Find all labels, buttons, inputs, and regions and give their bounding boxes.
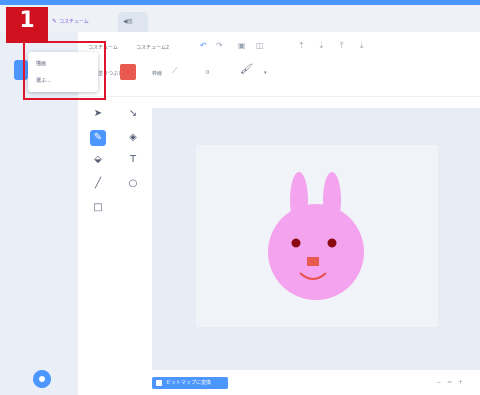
outline-width-field[interactable]: 0 <box>206 70 209 76</box>
add-costume-button[interactable] <box>33 370 51 388</box>
tab-costumes-label: コスチューム <box>58 19 89 25</box>
fill-color-swatch[interactable] <box>120 64 136 80</box>
menu-bar-strip <box>0 0 480 5</box>
eraser-tool-icon[interactable]: ◈ <box>125 130 141 146</box>
ungroup-icon[interactable]: ◫ <box>256 41 264 50</box>
redo-icon[interactable]: ↷ <box>216 41 223 50</box>
step-number-badge: 1 <box>6 7 48 35</box>
front-icon[interactable]: ⤒ <box>340 41 344 51</box>
brush-size-field[interactable]: ▾ <box>264 70 267 76</box>
backward-icon[interactable]: ⇣ <box>318 41 325 50</box>
convert-button-label: ビットマップに変換 <box>166 380 212 386</box>
drawing-canvas[interactable] <box>196 145 438 327</box>
bunny-drawing <box>268 172 364 300</box>
line-tool-icon[interactable]: ╱ <box>90 176 106 192</box>
reshape-tool-icon[interactable]: ↘ <box>125 106 141 122</box>
bunny-nose <box>307 257 319 266</box>
zoom-out-button[interactable]: − <box>436 379 447 386</box>
bunny-left-eye <box>291 238 301 248</box>
paint-toolbar-top: コスチューム コスチューム2 ↶ ↷ ▣ ◫ ⇡ ⇣ ⤒ ⤓ <box>78 36 480 60</box>
costume-name-field[interactable]: コスチューム2 <box>136 44 169 51</box>
back-icon[interactable]: ⤓ <box>360 41 364 51</box>
circle-tool-icon[interactable]: ○ <box>125 176 141 192</box>
tab-costumes[interactable]: ✎ コスチューム <box>52 12 114 32</box>
zoom-in-button[interactable]: + <box>458 379 469 386</box>
zoom-controls: −=+ <box>436 379 469 386</box>
convert-to-bitmap-button[interactable]: ビットマップに変換 <box>152 377 228 389</box>
brush-icon: ✎ <box>52 18 59 25</box>
undo-icon[interactable]: ↶ <box>200 41 207 50</box>
bunny-face <box>268 204 364 300</box>
step-badge-tail <box>6 35 48 43</box>
forward-icon[interactable]: ⇡ <box>298 41 305 50</box>
editor-tab-bar: ✎ コスチューム ◀音 <box>0 0 480 32</box>
tab-sounds[interactable]: ◀音 <box>118 12 148 32</box>
brush-tool-icon[interactable]: ✎ <box>90 130 106 146</box>
text-tool-icon[interactable]: T <box>125 152 141 168</box>
image-icon <box>156 380 162 386</box>
highlight-annotation <box>23 41 106 100</box>
rectangle-tool-icon[interactable]: □ <box>90 200 106 216</box>
group-icon[interactable]: ▣ <box>238 41 246 50</box>
bunny-right-eye <box>327 238 337 248</box>
brush-size-icon: 🖌 <box>240 64 253 75</box>
fill-tool-icon[interactable]: ⬙ <box>90 152 106 168</box>
toolbar-divider <box>78 96 480 97</box>
tab-sounds-label: 音 <box>127 19 133 25</box>
outline-label: 枠線 <box>152 71 163 77</box>
zoom-reset-button[interactable]: = <box>447 379 458 386</box>
select-tool-icon[interactable]: ➤ <box>90 106 106 122</box>
outline-swatch-icon[interactable]: ⟋ <box>172 66 178 76</box>
